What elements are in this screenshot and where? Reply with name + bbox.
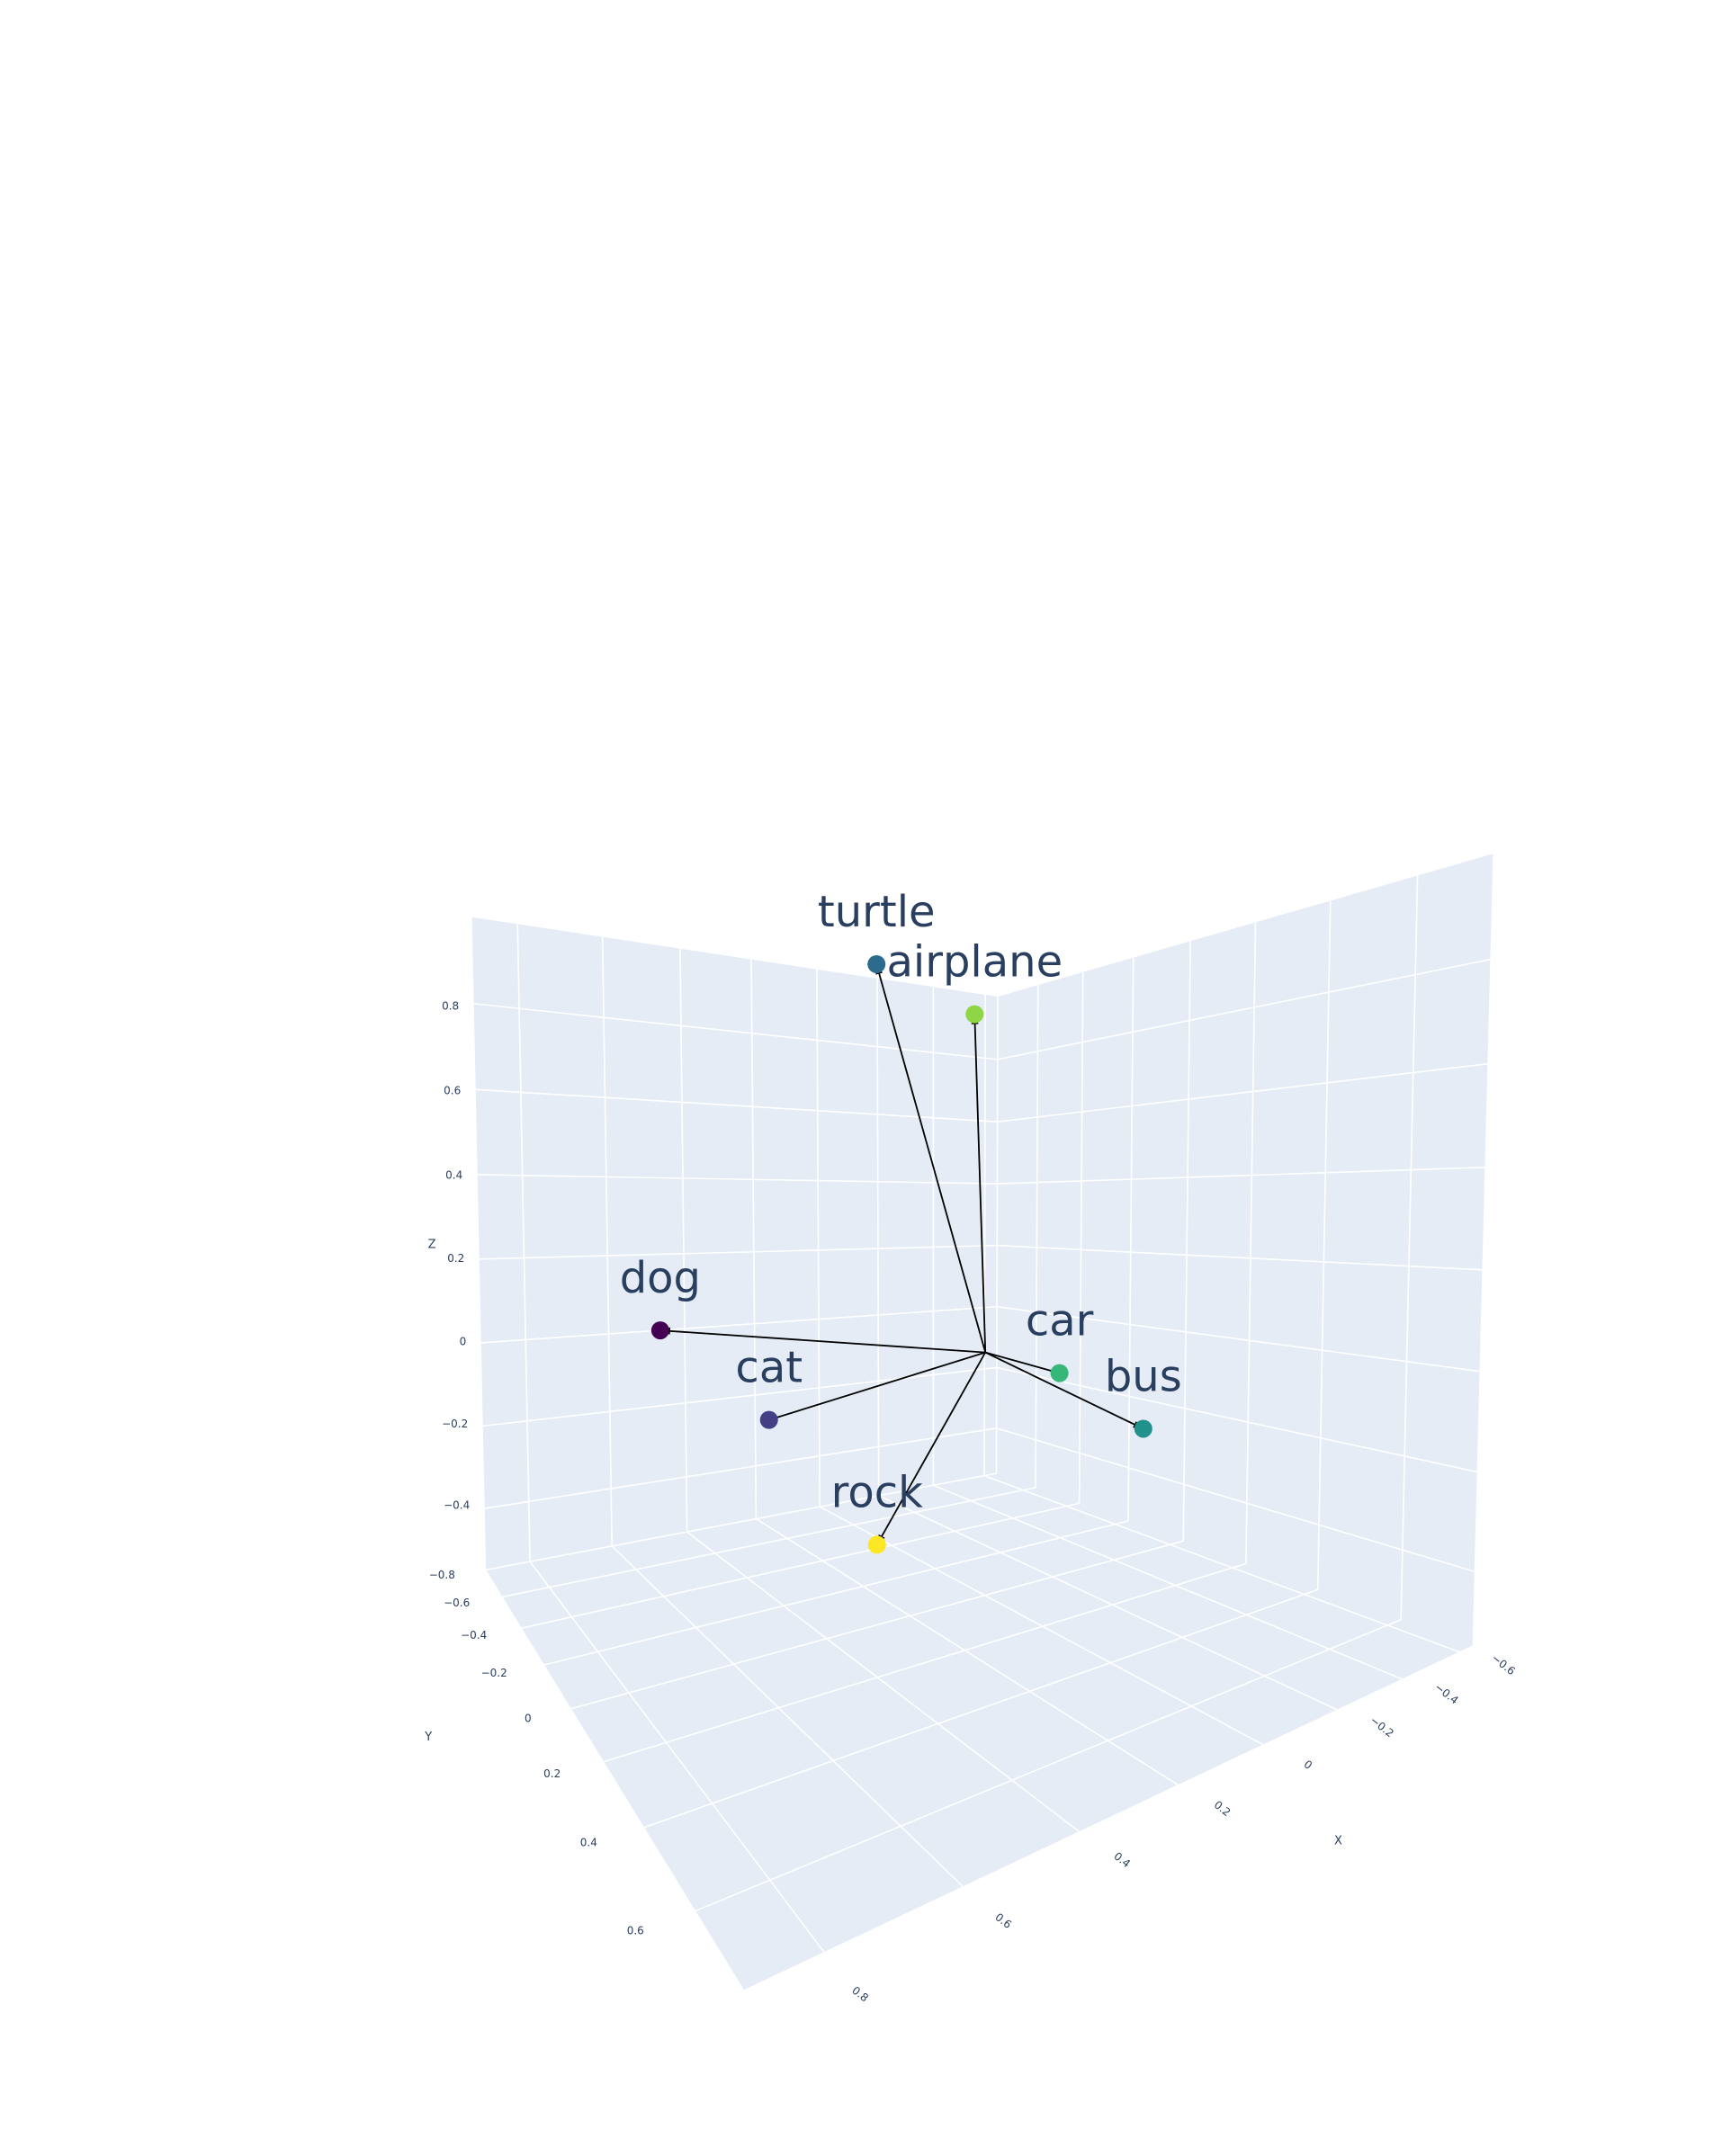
z-tick-label: −0.2 bbox=[442, 1418, 468, 1430]
point-label-bus: bus bbox=[1105, 1351, 1182, 1401]
y-axis-title: Y bbox=[424, 1731, 432, 1744]
y-tick-label: 0 bbox=[525, 1713, 532, 1725]
x-tick-label: 0.4 bbox=[1111, 1849, 1133, 1870]
y-tick-label: −0.6 bbox=[444, 1597, 470, 1609]
x-tick-label: 0.2 bbox=[1212, 1798, 1233, 1819]
x-tick-label: −0.2 bbox=[1368, 1713, 1396, 1740]
z-axis-title: Z bbox=[428, 1239, 436, 1252]
z-tick-label: 0.8 bbox=[442, 999, 459, 1012]
z-tick-label: 0.2 bbox=[447, 1252, 464, 1265]
z-tick-label: 0.6 bbox=[444, 1085, 461, 1097]
y-tick-label: 0.6 bbox=[627, 1924, 644, 1937]
chart-svg: −0.6 −0.4 −0.2 0 0.2 0.4 0.6 0.8 −0.8 −0.6 −0.4 −0.… bbox=[0, 0, 1713, 2152]
y-tick-label: 0.2 bbox=[543, 1767, 561, 1780]
point-car[interactable] bbox=[1051, 1364, 1069, 1382]
point-label-dog: dog bbox=[620, 1253, 701, 1303]
x-axis-title: X bbox=[1334, 1834, 1342, 1847]
x-tick-label: 0.8 bbox=[849, 1984, 871, 2005]
z-tick-label: 0.4 bbox=[445, 1168, 462, 1181]
x-tick-label: 0.6 bbox=[992, 1910, 1014, 1931]
y-tick-label: 0.4 bbox=[580, 1837, 597, 1849]
y-tick-label: −0.8 bbox=[429, 1569, 455, 1581]
point-dog[interactable] bbox=[651, 1321, 669, 1339]
z-tick-label: −0.4 bbox=[444, 1499, 470, 1512]
point-turtle[interactable] bbox=[867, 955, 885, 973]
point-rock[interactable] bbox=[868, 1535, 886, 1553]
point-airplane[interactable] bbox=[965, 1006, 983, 1024]
point-label-cat: cat bbox=[735, 1343, 803, 1393]
point-label-turtle: turtle bbox=[818, 887, 936, 937]
x-tick-label: −0.4 bbox=[1432, 1681, 1461, 1707]
y-tick-label: −0.2 bbox=[481, 1667, 507, 1679]
point-cat[interactable] bbox=[760, 1411, 778, 1429]
point-label-car: car bbox=[1026, 1296, 1094, 1346]
x-tick-label: 0 bbox=[1301, 1758, 1314, 1772]
point-bus[interactable] bbox=[1135, 1419, 1152, 1437]
z-tick-label: 0 bbox=[460, 1335, 467, 1347]
point-label-airplane: airplane bbox=[886, 937, 1063, 988]
y-tick-label: −0.4 bbox=[461, 1629, 487, 1642]
point-label-rock: rock bbox=[831, 1467, 923, 1517]
chart-walls bbox=[472, 854, 1493, 1990]
x-tick-label: −0.6 bbox=[1489, 1651, 1518, 1677]
chart-3d[interactable]: −0.6 −0.4 −0.2 0 0.2 0.4 0.6 0.8 −0.8 −0.6 −0.4 −0.… bbox=[0, 0, 1713, 2152]
